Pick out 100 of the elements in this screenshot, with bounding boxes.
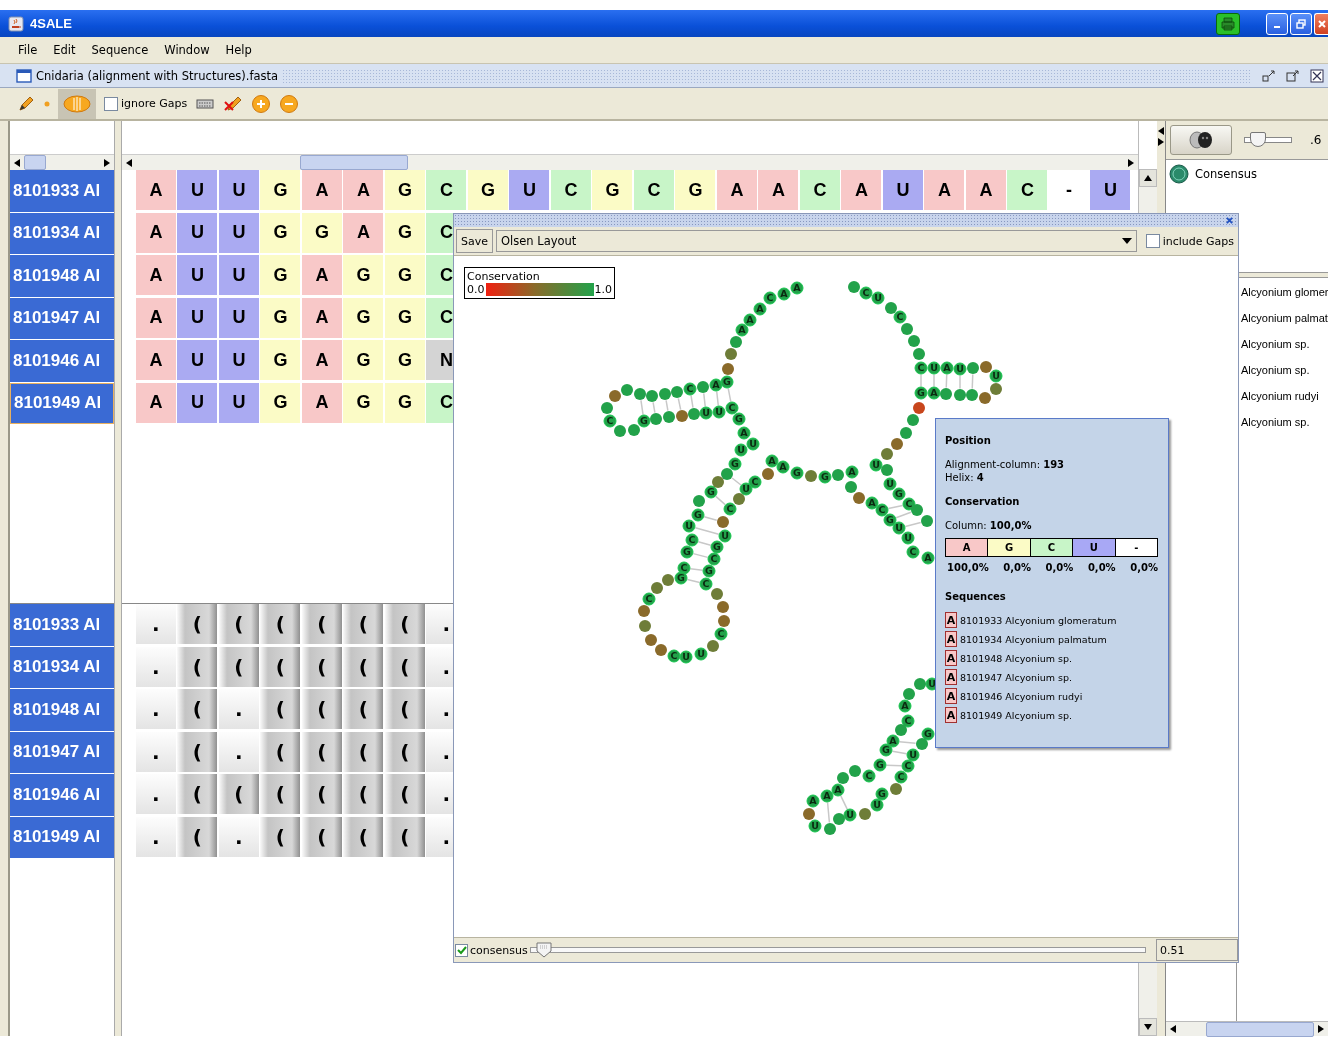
- layout-dropdown[interactable]: Olsen Layout: [496, 230, 1137, 252]
- structure-cell: (: [384, 816, 425, 857]
- maximize-button[interactable]: [1290, 12, 1312, 35]
- minimize-button[interactable]: [1266, 12, 1288, 35]
- base-node: G: [790, 466, 804, 480]
- down-arrow-icon[interactable]: [1144, 1024, 1152, 1030]
- base-node: U: [712, 405, 726, 419]
- sequence-name[interactable]: 8101949 Al: [10, 816, 114, 858]
- sequence-name[interactable]: 8101948 Al: [10, 255, 114, 297]
- base-cell: G: [260, 170, 301, 210]
- up-arrow-icon[interactable]: [1144, 175, 1152, 181]
- structure-cell: (: [177, 604, 218, 644]
- menu-item[interactable]: Window: [156, 43, 218, 57]
- base-pair-line: [840, 795, 848, 810]
- scrollbar[interactable]: [121, 154, 1139, 170]
- base-node: G: [680, 545, 694, 559]
- sequence-name[interactable]: 8101933 Al: [10, 170, 114, 212]
- sequence-name[interactable]: 8101947 Al: [10, 731, 114, 773]
- left-arrow-icon[interactable]: [125, 158, 132, 167]
- sequence-name[interactable]: 8101934 Al: [10, 646, 114, 688]
- base-cell: A: [301, 297, 342, 338]
- percent-label: 0,0%: [1130, 562, 1158, 573]
- base-cell: U: [218, 297, 259, 338]
- right-arrow-icon[interactable]: [1318, 1025, 1324, 1033]
- base-cell: G: [675, 170, 716, 210]
- base-node: C: [725, 401, 739, 415]
- splitter[interactable]: [113, 121, 122, 1036]
- dot-icon[interactable]: [44, 100, 50, 107]
- base-cell: A: [343, 212, 384, 253]
- base-label: A: [945, 669, 957, 685]
- close-button[interactable]: [1314, 12, 1328, 35]
- masks-button[interactable]: [1170, 125, 1232, 155]
- sequence-name[interactable]: 8101946 Al: [10, 340, 114, 382]
- species-item[interactable]: Alcyonium rudyi: [1241, 390, 1328, 416]
- structure-cell: .: [218, 731, 259, 772]
- plus-icon[interactable]: [251, 93, 272, 114]
- base-cell: A: [135, 212, 176, 253]
- restore-icon[interactable]: [1262, 68, 1276, 83]
- slider-thumb[interactable]: [535, 942, 552, 958]
- base-cell: U: [218, 212, 259, 253]
- sequence-name[interactable]: 8101949 Al: [10, 382, 114, 424]
- scrollbar[interactable]: [10, 154, 114, 170]
- base-node: U: [901, 531, 915, 545]
- close-icon[interactable]: [1310, 68, 1324, 83]
- menu-item[interactable]: Edit: [45, 43, 84, 57]
- save-button[interactable]: Save: [456, 229, 493, 253]
- window-icon: [16, 67, 32, 84]
- species-item[interactable]: Alcyonium palmat: [1241, 312, 1328, 338]
- structure-cell: (: [343, 731, 384, 772]
- left-arrow-icon[interactable]: [14, 158, 20, 167]
- base-bar: A: [946, 539, 989, 556]
- base-cell: G: [343, 255, 384, 295]
- print-button[interactable]: [1216, 12, 1240, 35]
- structure-cell: .: [135, 604, 176, 644]
- right-arrow-icon[interactable]: [103, 158, 110, 167]
- include-gaps-checkbox[interactable]: [1145, 234, 1160, 248]
- base-node: U: [953, 362, 967, 376]
- structure-cell: (: [343, 689, 384, 729]
- left-arrow-icon[interactable]: [1170, 1025, 1176, 1033]
- base-cell: U: [218, 170, 259, 210]
- scrollbar[interactable]: [1166, 1021, 1328, 1036]
- base-pair-line: [692, 552, 709, 559]
- ignore-gaps-checkbox[interactable]: [104, 96, 118, 111]
- consensus-checkbox[interactable]: [455, 943, 468, 957]
- base-node: A: [735, 323, 749, 337]
- right-arrow-icon[interactable]: [1128, 158, 1135, 167]
- consensus-item[interactable]: Consensus: [1195, 167, 1257, 181]
- base-cell: A: [343, 170, 384, 210]
- sequence-name[interactable]: 8101946 Al: [10, 774, 114, 816]
- species-item[interactable]: Alcyonium sp.: [1241, 338, 1328, 364]
- base-cell: U: [509, 170, 550, 210]
- menu-item[interactable]: File: [10, 43, 46, 57]
- structure-cell: (: [177, 774, 218, 814]
- percent-label: 0,0%: [1045, 562, 1074, 573]
- base-cell: G: [384, 255, 425, 295]
- species-item[interactable]: Alcyonium sp.: [1241, 364, 1328, 390]
- menu-item[interactable]: Help: [217, 43, 260, 57]
- right-arrow-icon[interactable]: [1158, 137, 1164, 146]
- structure-cell: (: [177, 689, 218, 729]
- species-item[interactable]: Alcyonium sp.: [1241, 416, 1328, 442]
- sequence-name[interactable]: 8101947 Al: [10, 297, 114, 339]
- tooltip-text: Alignment-column: 193: [945, 458, 1066, 471]
- threshold-slider[interactable]: [529, 942, 1146, 958]
- base-node: U: [869, 458, 883, 472]
- restore-icon[interactable]: [1286, 68, 1300, 83]
- structure-cell: (: [218, 646, 259, 687]
- left-arrow-icon[interactable]: [1158, 126, 1164, 135]
- structure-cell: (: [343, 816, 384, 857]
- minus-icon[interactable]: [279, 93, 300, 114]
- sequence-name[interactable]: 8101934 Al: [10, 212, 114, 254]
- legend-max: 1.0: [594, 283, 612, 296]
- base-pair-line: [959, 374, 961, 390]
- base-node: A: [790, 281, 804, 295]
- base-node: C: [723, 502, 737, 516]
- species-item[interactable]: Alcyonium glomer: [1241, 286, 1328, 312]
- sequence-name[interactable]: 8101948 Al: [10, 689, 114, 731]
- structure-cell: .: [135, 816, 176, 857]
- sequence-name[interactable]: 8101933 Al: [10, 604, 114, 646]
- menu-item[interactable]: Sequence: [83, 43, 157, 57]
- base-node: C: [667, 649, 681, 663]
